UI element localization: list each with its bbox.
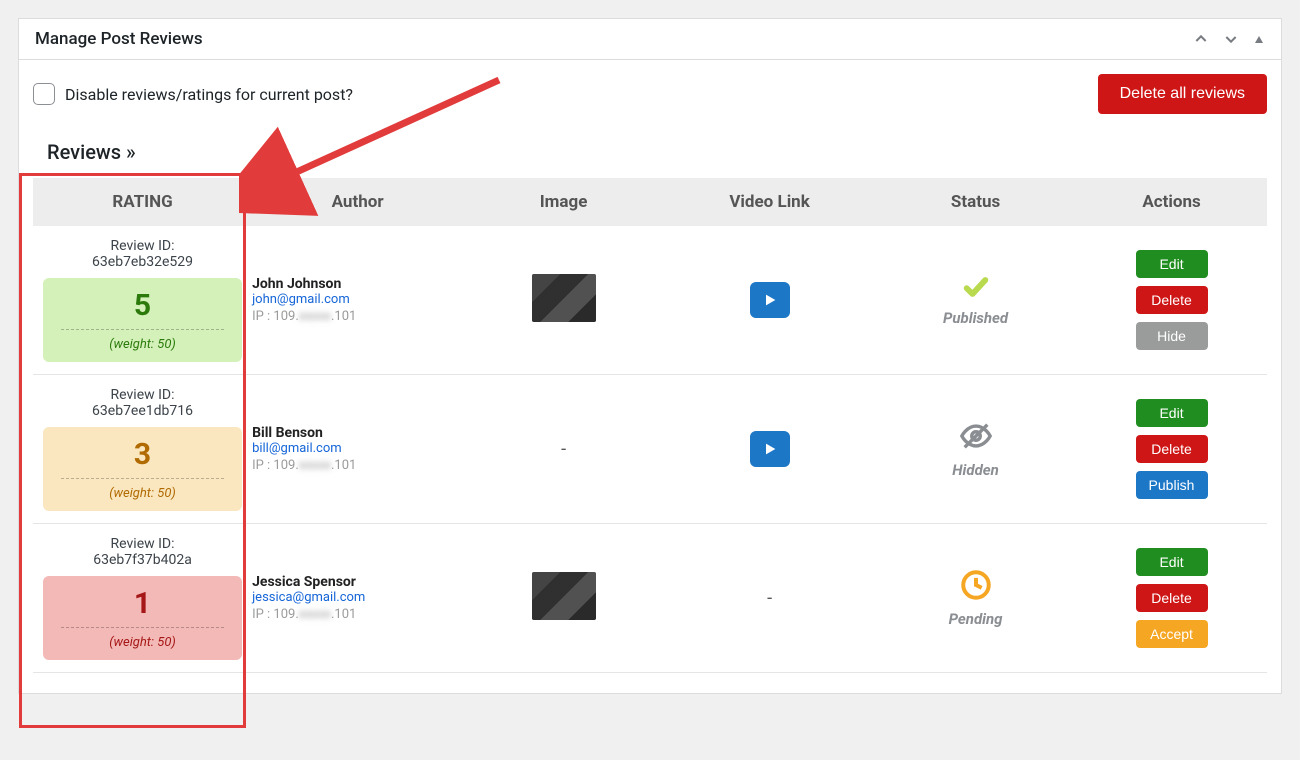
no-image: - xyxy=(561,439,566,460)
status-label: Pending xyxy=(883,610,1068,628)
publish-button[interactable]: Publish xyxy=(1136,471,1208,499)
col-header-video: Video Link xyxy=(664,178,875,226)
author-ip: IP : 109.xxxxx.101 xyxy=(252,458,455,473)
edit-button[interactable]: Edit xyxy=(1136,548,1208,576)
table-row: Review ID:63eb7ee1db716 3 (weight: 50) Bill… xyxy=(33,375,1267,524)
delete-all-button[interactable]: Delete all reviews xyxy=(1098,74,1267,114)
video-cell: - xyxy=(664,524,875,673)
status-label: Hidden xyxy=(883,461,1068,479)
author-ip: IP : 109.xxxxx.101 xyxy=(252,607,455,622)
author-email[interactable]: bill@gmail.com xyxy=(252,441,455,456)
image-cell xyxy=(463,524,664,673)
review-id-label: Review ID: xyxy=(41,387,244,403)
reviews-table: RATING Author Image Video Link Status Ac… xyxy=(33,178,1267,673)
review-id-value: 63eb7eb32e529 xyxy=(41,254,244,270)
panel-collapse-icon[interactable] xyxy=(1253,33,1265,45)
author-name: Jessica Spensor xyxy=(252,574,455,590)
status-label: Published xyxy=(883,309,1068,327)
review-image-thumb[interactable] xyxy=(532,572,596,620)
rating-box: 3 (weight: 50) xyxy=(43,427,242,511)
rating-cell: Review ID:63eb7f37b402a 1 (weight: 50) xyxy=(33,524,252,673)
video-cell xyxy=(664,375,875,524)
rating-value: 5 xyxy=(49,288,236,323)
panel-down-icon[interactable] xyxy=(1223,31,1239,47)
panel-controls xyxy=(1193,31,1265,47)
panel-title: Manage Post Reviews xyxy=(35,29,203,49)
status-cell: Pending xyxy=(875,524,1076,673)
rating-cell: Review ID:63eb7ee1db716 3 (weight: 50) xyxy=(33,375,252,524)
table-row: Review ID:63eb7eb32e529 5 (weight: 50) John… xyxy=(33,226,1267,375)
video-cell xyxy=(664,226,875,375)
disable-reviews-control: Disable reviews/ratings for current post… xyxy=(33,83,353,105)
table-row: Review ID:63eb7f37b402a 1 (weight: 50) Jess… xyxy=(33,524,1267,673)
author-email[interactable]: john@gmail.com xyxy=(252,292,455,307)
review-image-thumb[interactable] xyxy=(532,274,596,322)
review-id-value: 63eb7f37b402a xyxy=(41,552,244,568)
accept-button[interactable]: Accept xyxy=(1136,620,1208,648)
image-cell: - xyxy=(463,375,664,524)
disable-reviews-label: Disable reviews/ratings for current post… xyxy=(65,85,353,104)
col-header-status: Status xyxy=(875,178,1076,226)
rating-value: 3 xyxy=(49,437,236,472)
delete-button[interactable]: Delete xyxy=(1136,584,1208,612)
rating-cell: Review ID:63eb7eb32e529 5 (weight: 50) xyxy=(33,226,252,375)
author-ip: IP : 109.xxxxx.101 xyxy=(252,309,455,324)
play-icon[interactable] xyxy=(750,431,790,467)
actions-cell: Edit Delete Hide xyxy=(1076,226,1267,375)
panel-header: Manage Post Reviews xyxy=(19,19,1281,60)
author-cell: Bill Bensonbill@gmail.com IP : 109.xxxxx.… xyxy=(252,375,463,524)
rating-box: 1 (weight: 50) xyxy=(43,576,242,660)
disable-reviews-checkbox[interactable] xyxy=(33,83,55,105)
manage-reviews-panel: Manage Post Reviews Disable reviews/rati… xyxy=(18,18,1282,694)
author-name: Bill Benson xyxy=(252,425,455,441)
col-header-actions: Actions xyxy=(1076,178,1267,226)
rating-value: 1 xyxy=(49,586,236,621)
edit-button[interactable]: Edit xyxy=(1136,250,1208,278)
col-header-image: Image xyxy=(463,178,664,226)
image-cell xyxy=(463,226,664,375)
panel-up-icon[interactable] xyxy=(1193,31,1209,47)
actions-cell: Edit Delete Publish xyxy=(1076,375,1267,524)
delete-button[interactable]: Delete xyxy=(1136,286,1208,314)
author-cell: John Johnsonjohn@gmail.com IP : 109.xxxxx… xyxy=(252,226,463,375)
play-icon[interactable] xyxy=(750,282,790,318)
reviews-heading: Reviews » xyxy=(47,140,1267,164)
review-id-label: Review ID: xyxy=(41,536,244,552)
author-email[interactable]: jessica@gmail.com xyxy=(252,590,455,605)
panel-body: Disable reviews/ratings for current post… xyxy=(19,60,1281,693)
col-header-rating: RATING xyxy=(33,178,252,226)
status-cell: Hidden xyxy=(875,375,1076,524)
review-id-label: Review ID: xyxy=(41,238,244,254)
top-row: Disable reviews/ratings for current post… xyxy=(33,74,1267,114)
col-header-author: Author xyxy=(252,178,463,226)
actions-cell: Edit Delete Accept xyxy=(1076,524,1267,673)
review-id-value: 63eb7ee1db716 xyxy=(41,403,244,419)
no-video: - xyxy=(767,588,772,609)
hide-button[interactable]: Hide xyxy=(1136,322,1208,350)
delete-button[interactable]: Delete xyxy=(1136,435,1208,463)
rating-box: 5 (weight: 50) xyxy=(43,278,242,362)
author-cell: Jessica Spensorjessica@gmail.com IP : 109… xyxy=(252,524,463,673)
rating-weight: (weight: 50) xyxy=(109,486,176,501)
rating-weight: (weight: 50) xyxy=(109,635,176,650)
rating-weight: (weight: 50) xyxy=(109,337,176,352)
author-name: John Johnson xyxy=(252,276,455,292)
status-cell: Published xyxy=(875,226,1076,375)
edit-button[interactable]: Edit xyxy=(1136,399,1208,427)
